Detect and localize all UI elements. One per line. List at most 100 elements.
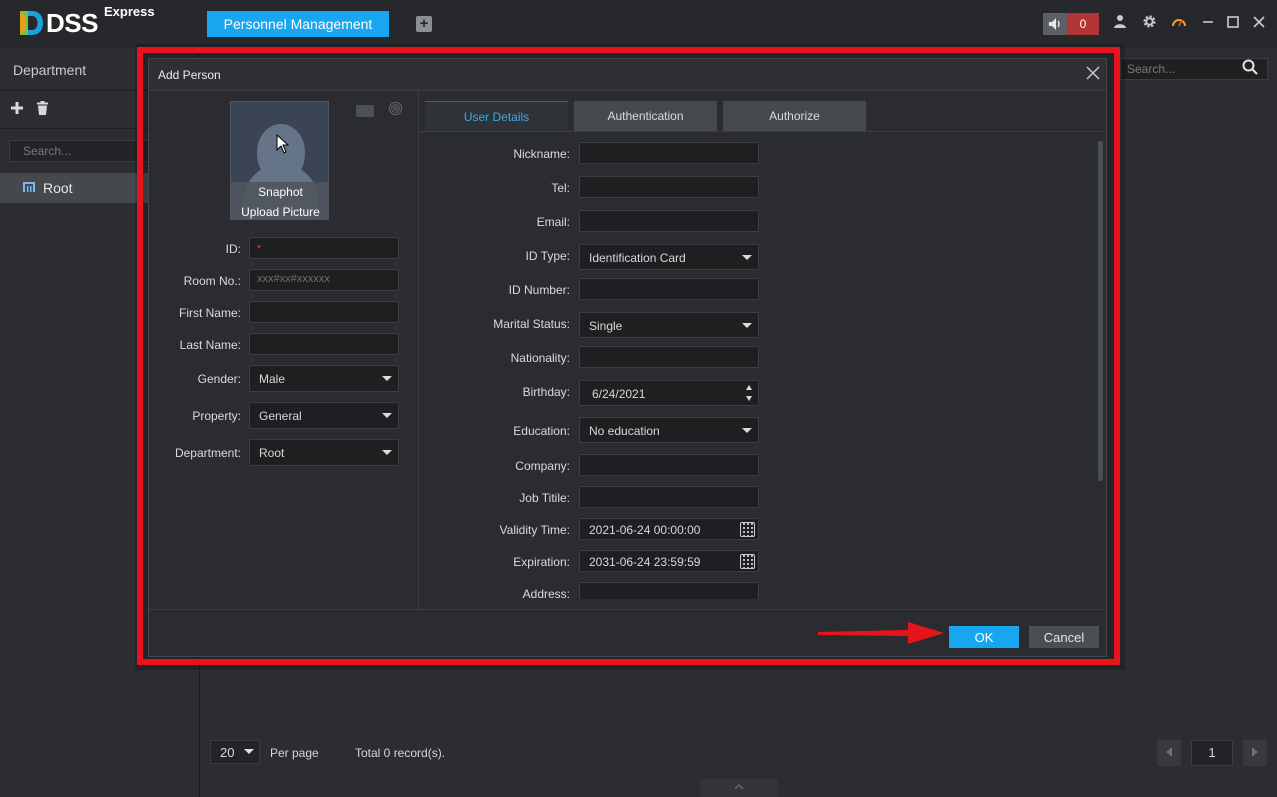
- id-number-field[interactable]: [579, 278, 759, 300]
- upload-picture-button[interactable]: Upload Picture: [231, 205, 328, 219]
- validity-time-field[interactable]: 2021-06-24 00:00:00: [579, 518, 759, 540]
- tel-field[interactable]: [579, 176, 759, 198]
- snapshot-button[interactable]: Snaphot: [231, 185, 328, 199]
- maximize-icon[interactable]: [1223, 14, 1243, 34]
- education-label: Education:: [513, 424, 570, 438]
- delete-department-icon[interactable]: [36, 100, 49, 120]
- next-page-icon[interactable]: [1243, 740, 1267, 766]
- calendar-icon[interactable]: [740, 522, 755, 537]
- add-person-dialog: Add Person Snaphot Upload Picture ID: • …: [148, 58, 1107, 657]
- company-label: Company:: [515, 459, 570, 473]
- department-value: Root: [259, 446, 285, 460]
- fingerprint-icon[interactable]: [386, 101, 404, 119]
- chevron-down-icon: [742, 323, 752, 328]
- job-title-field[interactable]: [579, 486, 759, 508]
- tel-label: Tel:: [551, 181, 570, 195]
- gender-select[interactable]: Male: [249, 365, 399, 392]
- add-department-icon[interactable]: [10, 100, 24, 120]
- tab-authorize[interactable]: Authorize: [723, 101, 866, 131]
- id-number-label: ID Number:: [508, 283, 570, 297]
- tree-item-root[interactable]: Root: [0, 173, 150, 203]
- ok-button[interactable]: OK: [949, 626, 1019, 648]
- chevron-down-icon: [742, 255, 752, 260]
- user-icon[interactable]: [1110, 14, 1130, 34]
- cancel-button[interactable]: Cancel: [1029, 626, 1099, 648]
- email-field[interactable]: [579, 210, 759, 232]
- expiration-label: Expiration:: [513, 555, 570, 569]
- validity-time-label: Validity Time:: [499, 523, 570, 537]
- property-value: General: [259, 409, 302, 423]
- job-title-label: Job Titile:: [519, 491, 570, 505]
- brand-name: DSS: [46, 7, 98, 38]
- birthday-label: Birthday:: [522, 385, 570, 399]
- marital-status-value: Single: [589, 319, 623, 333]
- id-type-select[interactable]: Identification Card: [579, 244, 759, 270]
- form-divider: [418, 91, 419, 609]
- education-select[interactable]: No education: [579, 417, 759, 443]
- spin-up-icon[interactable]: [746, 385, 752, 390]
- calendar-icon[interactable]: [740, 554, 755, 569]
- person-photo[interactable]: Snaphot Upload Picture: [230, 101, 329, 220]
- close-icon[interactable]: [1084, 65, 1102, 83]
- gear-icon[interactable]: [1139, 14, 1159, 34]
- chevron-down-icon: [382, 450, 392, 455]
- property-label: Property:: [192, 409, 241, 423]
- nickname-label: Nickname:: [513, 147, 570, 161]
- department-select[interactable]: Root: [249, 439, 399, 466]
- brand-sub: Express: [104, 4, 155, 19]
- alarm-count-badge: 0: [1067, 13, 1099, 35]
- required-marker: •: [257, 241, 261, 253]
- per-page-label: Per page: [270, 746, 319, 760]
- company-field[interactable]: [579, 454, 759, 476]
- close-app-icon[interactable]: [1249, 14, 1269, 34]
- department-toolbar: [10, 100, 49, 120]
- tab-user-details[interactable]: User Details: [425, 101, 568, 131]
- performance-gauge-icon[interactable]: [1169, 14, 1189, 34]
- app-logo: DSS: [18, 8, 98, 38]
- minimize-icon[interactable]: [1198, 14, 1218, 34]
- collapse-panel-toggle[interactable]: [700, 779, 778, 797]
- search-icon[interactable]: [1240, 59, 1260, 79]
- arrow-right-icon: [818, 622, 944, 644]
- person-tabs: User Details Authentication Authorize: [425, 101, 1105, 131]
- id-type-value: Identification Card: [589, 251, 686, 265]
- property-select[interactable]: General: [249, 402, 399, 429]
- education-value: No education: [589, 424, 660, 438]
- id-type-label: ID Type:: [525, 249, 570, 263]
- email-label: Email:: [536, 215, 570, 229]
- prev-page-icon[interactable]: [1157, 740, 1181, 766]
- card-icon[interactable]: [356, 105, 374, 117]
- first-name-label: First Name:: [178, 306, 241, 320]
- form-scrollbar[interactable]: [1098, 141, 1103, 481]
- alarm-indicator[interactable]: 0: [1043, 13, 1099, 35]
- dialog-title-bar: Add Person: [149, 59, 1106, 91]
- organization-icon: [22, 181, 36, 196]
- tabs-underline: [419, 131, 1106, 132]
- department-label: Department:: [174, 446, 241, 460]
- first-name-field[interactable]: [249, 301, 399, 323]
- expiration-field[interactable]: 2031-06-24 23:59:59: [579, 550, 759, 572]
- gender-value: Male: [259, 372, 286, 386]
- spin-down-icon[interactable]: [746, 396, 752, 401]
- tab-authentication[interactable]: Authentication: [574, 101, 717, 131]
- chevron-down-icon: [742, 428, 752, 433]
- dialog-title: Add Person: [158, 68, 221, 82]
- room-no-field[interactable]: xxx#xx#xxxxxx: [249, 269, 399, 291]
- tab-personnel-management[interactable]: Personnel Management: [207, 11, 389, 37]
- mouse-cursor-icon: [276, 134, 290, 154]
- marital-status-select[interactable]: Single: [579, 312, 759, 338]
- birthday-value: 6/24/2021: [592, 387, 646, 401]
- address-field[interactable]: [579, 582, 759, 599]
- last-name-field[interactable]: [249, 333, 399, 355]
- chevron-down-icon[interactable]: [244, 749, 254, 754]
- speaker-icon[interactable]: [1043, 13, 1067, 35]
- nickname-field[interactable]: [579, 142, 759, 164]
- nationality-field[interactable]: [579, 346, 759, 368]
- expiration-value: 2031-06-24 23:59:59: [589, 555, 701, 569]
- add-tab-icon[interactable]: +: [416, 16, 432, 32]
- birthday-picker[interactable]: 6/24/2021: [579, 380, 759, 406]
- department-title: Department: [13, 62, 87, 78]
- page-number-input[interactable]: 1: [1191, 740, 1233, 766]
- validity-time-value: 2021-06-24 00:00:00: [589, 523, 701, 537]
- id-field[interactable]: •: [249, 237, 399, 259]
